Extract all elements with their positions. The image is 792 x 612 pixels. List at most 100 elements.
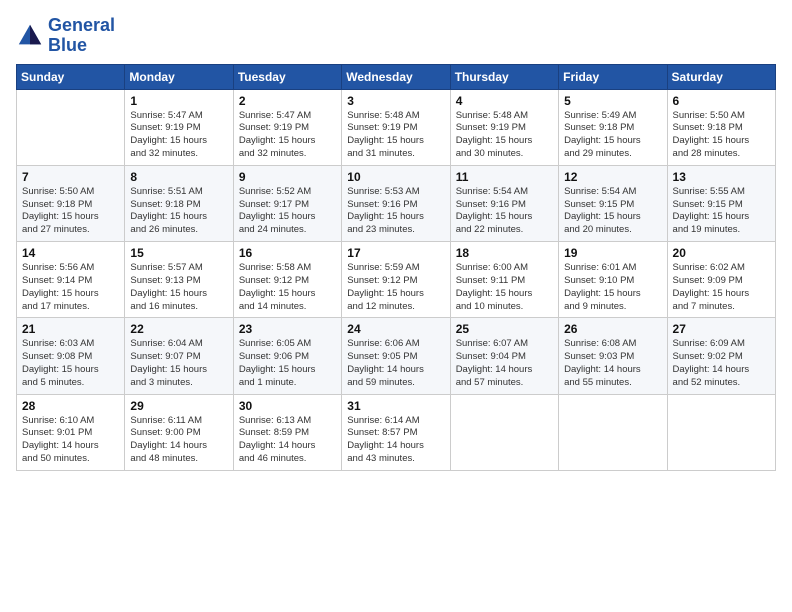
- day-number: 2: [239, 94, 336, 108]
- cell-info: Sunrise: 6:03 AM Sunset: 9:08 PM Dayligh…: [22, 338, 119, 389]
- week-row-5: 28 Sunrise: 6:10 AM Sunset: 9:01 PM Dayli…: [17, 394, 776, 470]
- day-number: 4: [456, 94, 553, 108]
- day-number: 27: [673, 322, 770, 336]
- day-number: 24: [347, 322, 444, 336]
- calendar-cell: 2Sunrise: 5:47 AM Sunset: 9:19 PM Daylig…: [233, 89, 341, 165]
- day-number: 6: [673, 94, 770, 108]
- calendar-cell: 18 Sunrise: 6:00 AM Sunset: 9:11 PM Dayli…: [450, 242, 558, 318]
- header-monday: Monday: [125, 64, 233, 89]
- day-number: 23: [239, 322, 336, 336]
- calendar-cell: 8 Sunrise: 5:51 AM Sunset: 9:18 PM Daylig…: [125, 165, 233, 241]
- day-number: 22: [130, 322, 227, 336]
- header-saturday: Saturday: [667, 64, 775, 89]
- cell-info: Sunrise: 5:59 AM Sunset: 9:12 PM Dayligh…: [347, 262, 444, 313]
- cell-info: Sunrise: 5:48 AM Sunset: 9:19 PM Dayligh…: [456, 110, 553, 161]
- day-number: 8: [130, 170, 227, 184]
- cell-info: Sunrise: 5:53 AM Sunset: 9:16 PM Dayligh…: [347, 186, 444, 237]
- day-number: 19: [564, 246, 661, 260]
- week-row-4: 21Sunrise: 6:03 AM Sunset: 9:08 PM Dayli…: [17, 318, 776, 394]
- cell-info: Sunrise: 5:54 AM Sunset: 9:15 PM Dayligh…: [564, 186, 661, 237]
- cell-info: Sunrise: 6:07 AM Sunset: 9:04 PM Dayligh…: [456, 338, 553, 389]
- calendar-cell: 20 Sunrise: 6:02 AM Sunset: 9:09 PM Dayli…: [667, 242, 775, 318]
- calendar-cell: 24 Sunrise: 6:06 AM Sunset: 9:05 PM Dayli…: [342, 318, 450, 394]
- cell-info: Sunrise: 5:50 AM Sunset: 9:18 PM Dayligh…: [22, 186, 119, 237]
- day-number: 11: [456, 170, 553, 184]
- day-number: 28: [22, 399, 119, 413]
- calendar-cell: 27 Sunrise: 6:09 AM Sunset: 9:02 PM Dayli…: [667, 318, 775, 394]
- calendar-cell: 3 Sunrise: 5:48 AM Sunset: 9:19 PM Daylig…: [342, 89, 450, 165]
- calendar-cell: [450, 394, 558, 470]
- cell-info: Sunrise: 5:51 AM Sunset: 9:18 PM Dayligh…: [130, 186, 227, 237]
- week-row-3: 14Sunrise: 5:56 AM Sunset: 9:14 PM Dayli…: [17, 242, 776, 318]
- cell-info: Sunrise: 5:55 AM Sunset: 9:15 PM Dayligh…: [673, 186, 770, 237]
- cell-info: Sunrise: 6:02 AM Sunset: 9:09 PM Dayligh…: [673, 262, 770, 313]
- day-number: 26: [564, 322, 661, 336]
- day-number: 31: [347, 399, 444, 413]
- cell-info: Sunrise: 6:04 AM Sunset: 9:07 PM Dayligh…: [130, 338, 227, 389]
- calendar-cell: 25 Sunrise: 6:07 AM Sunset: 9:04 PM Dayli…: [450, 318, 558, 394]
- day-number: 1: [130, 94, 227, 108]
- header-tuesday: Tuesday: [233, 64, 341, 89]
- calendar-cell: 22 Sunrise: 6:04 AM Sunset: 9:07 PM Dayli…: [125, 318, 233, 394]
- calendar-cell: 15 Sunrise: 5:57 AM Sunset: 9:13 PM Dayli…: [125, 242, 233, 318]
- header-friday: Friday: [559, 64, 667, 89]
- cell-info: Sunrise: 5:47 AM Sunset: 9:19 PM Dayligh…: [130, 110, 227, 161]
- cell-info: Sunrise: 5:50 AM Sunset: 9:18 PM Dayligh…: [673, 110, 770, 161]
- cell-info: Sunrise: 6:09 AM Sunset: 9:02 PM Dayligh…: [673, 338, 770, 389]
- calendar-cell: 1 Sunrise: 5:47 AM Sunset: 9:19 PM Daylig…: [125, 89, 233, 165]
- cell-info: Sunrise: 6:14 AM Sunset: 8:57 PM Dayligh…: [347, 415, 444, 466]
- cell-info: Sunrise: 5:52 AM Sunset: 9:17 PM Dayligh…: [239, 186, 336, 237]
- calendar-cell: 30 Sunrise: 6:13 AM Sunset: 8:59 PM Dayli…: [233, 394, 341, 470]
- calendar-cell: 11 Sunrise: 5:54 AM Sunset: 9:16 PM Dayli…: [450, 165, 558, 241]
- calendar-cell: 14Sunrise: 5:56 AM Sunset: 9:14 PM Dayli…: [17, 242, 125, 318]
- calendar-cell: 5Sunrise: 5:49 AM Sunset: 9:18 PM Daylig…: [559, 89, 667, 165]
- calendar-cell: 6 Sunrise: 5:50 AM Sunset: 9:18 PM Daylig…: [667, 89, 775, 165]
- calendar-cell: 19 Sunrise: 6:01 AM Sunset: 9:10 PM Dayli…: [559, 242, 667, 318]
- day-number: 12: [564, 170, 661, 184]
- calendar-cell: 10Sunrise: 5:53 AM Sunset: 9:16 PM Dayli…: [342, 165, 450, 241]
- day-number: 5: [564, 94, 661, 108]
- cell-info: Sunrise: 5:57 AM Sunset: 9:13 PM Dayligh…: [130, 262, 227, 313]
- logo-text: General Blue: [48, 16, 115, 56]
- calendar-cell: 28 Sunrise: 6:10 AM Sunset: 9:01 PM Dayli…: [17, 394, 125, 470]
- cell-info: Sunrise: 6:10 AM Sunset: 9:01 PM Dayligh…: [22, 415, 119, 466]
- calendar-cell: 23 Sunrise: 6:05 AM Sunset: 9:06 PM Dayli…: [233, 318, 341, 394]
- week-row-2: 7 Sunrise: 5:50 AM Sunset: 9:18 PM Daylig…: [17, 165, 776, 241]
- day-number: 30: [239, 399, 336, 413]
- calendar-cell: 26 Sunrise: 6:08 AM Sunset: 9:03 PM Dayli…: [559, 318, 667, 394]
- calendar-table: SundayMondayTuesdayWednesdayThursdayFrid…: [16, 64, 776, 471]
- day-number: 13: [673, 170, 770, 184]
- cell-info: Sunrise: 6:06 AM Sunset: 9:05 PM Dayligh…: [347, 338, 444, 389]
- day-number: 18: [456, 246, 553, 260]
- day-number: 7: [22, 170, 119, 184]
- header-thursday: Thursday: [450, 64, 558, 89]
- cell-info: Sunrise: 6:00 AM Sunset: 9:11 PM Dayligh…: [456, 262, 553, 313]
- logo-icon: [16, 22, 44, 50]
- calendar-cell: 12 Sunrise: 5:54 AM Sunset: 9:15 PM Dayli…: [559, 165, 667, 241]
- calendar-cell: [559, 394, 667, 470]
- day-number: 16: [239, 246, 336, 260]
- day-number: 15: [130, 246, 227, 260]
- day-number: 20: [673, 246, 770, 260]
- calendar-cell: 4 Sunrise: 5:48 AM Sunset: 9:19 PM Daylig…: [450, 89, 558, 165]
- day-number: 29: [130, 399, 227, 413]
- cell-info: Sunrise: 5:58 AM Sunset: 9:12 PM Dayligh…: [239, 262, 336, 313]
- cell-info: Sunrise: 5:48 AM Sunset: 9:19 PM Dayligh…: [347, 110, 444, 161]
- day-number: 25: [456, 322, 553, 336]
- calendar-cell: 16 Sunrise: 5:58 AM Sunset: 9:12 PM Dayli…: [233, 242, 341, 318]
- calendar-cell: 21Sunrise: 6:03 AM Sunset: 9:08 PM Dayli…: [17, 318, 125, 394]
- cell-info: Sunrise: 5:54 AM Sunset: 9:16 PM Dayligh…: [456, 186, 553, 237]
- cell-info: Sunrise: 6:13 AM Sunset: 8:59 PM Dayligh…: [239, 415, 336, 466]
- day-number: 14: [22, 246, 119, 260]
- day-number: 3: [347, 94, 444, 108]
- calendar-cell: [17, 89, 125, 165]
- day-number: 9: [239, 170, 336, 184]
- calendar-cell: 29 Sunrise: 6:11 AM Sunset: 9:00 PM Dayli…: [125, 394, 233, 470]
- cell-info: Sunrise: 6:08 AM Sunset: 9:03 PM Dayligh…: [564, 338, 661, 389]
- cell-info: Sunrise: 6:01 AM Sunset: 9:10 PM Dayligh…: [564, 262, 661, 313]
- cell-info: Sunrise: 6:05 AM Sunset: 9:06 PM Dayligh…: [239, 338, 336, 389]
- calendar-cell: 9 Sunrise: 5:52 AM Sunset: 9:17 PM Daylig…: [233, 165, 341, 241]
- cell-info: Sunrise: 6:11 AM Sunset: 9:00 PM Dayligh…: [130, 415, 227, 466]
- calendar-cell: 31 Sunrise: 6:14 AM Sunset: 8:57 PM Dayli…: [342, 394, 450, 470]
- page-header: General Blue: [16, 16, 776, 56]
